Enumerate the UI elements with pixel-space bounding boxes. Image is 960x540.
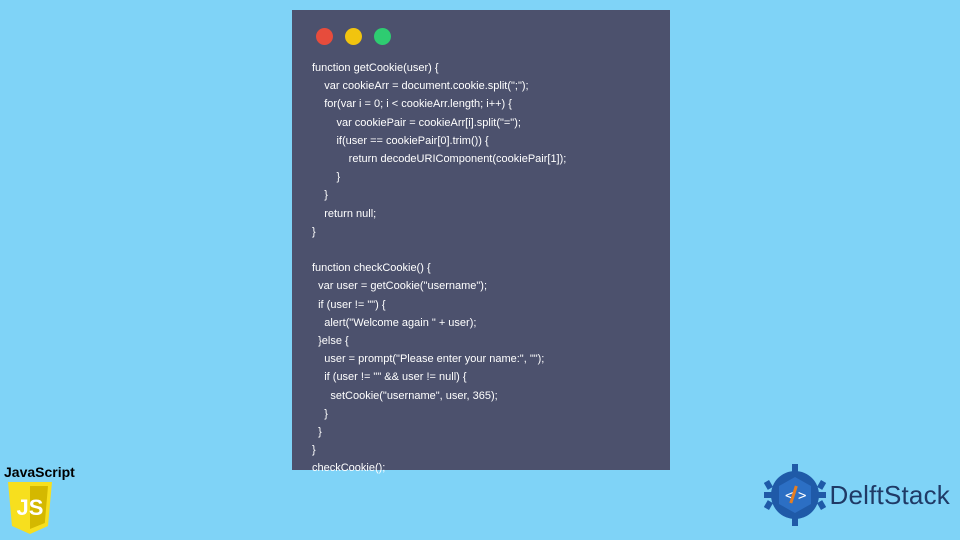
- svg-text:>: >: [798, 488, 806, 504]
- javascript-label: JavaScript: [4, 464, 82, 480]
- delftstack-emblem-icon: < >: [764, 464, 826, 526]
- javascript-badge: JavaScript JS: [4, 464, 82, 534]
- code-block: function getCookie(user) { var cookieArr…: [312, 59, 650, 478]
- javascript-shield-icon: JS: [6, 482, 54, 534]
- maximize-icon[interactable]: [374, 28, 391, 45]
- code-window: function getCookie(user) { var cookieArr…: [292, 10, 670, 470]
- js-shield-text: JS: [17, 495, 44, 520]
- close-icon[interactable]: [316, 28, 333, 45]
- traffic-lights: [316, 28, 650, 45]
- delftstack-text: DelftStack: [830, 480, 951, 511]
- minimize-icon[interactable]: [345, 28, 362, 45]
- delftstack-logo: < > DelftStack: [764, 464, 951, 526]
